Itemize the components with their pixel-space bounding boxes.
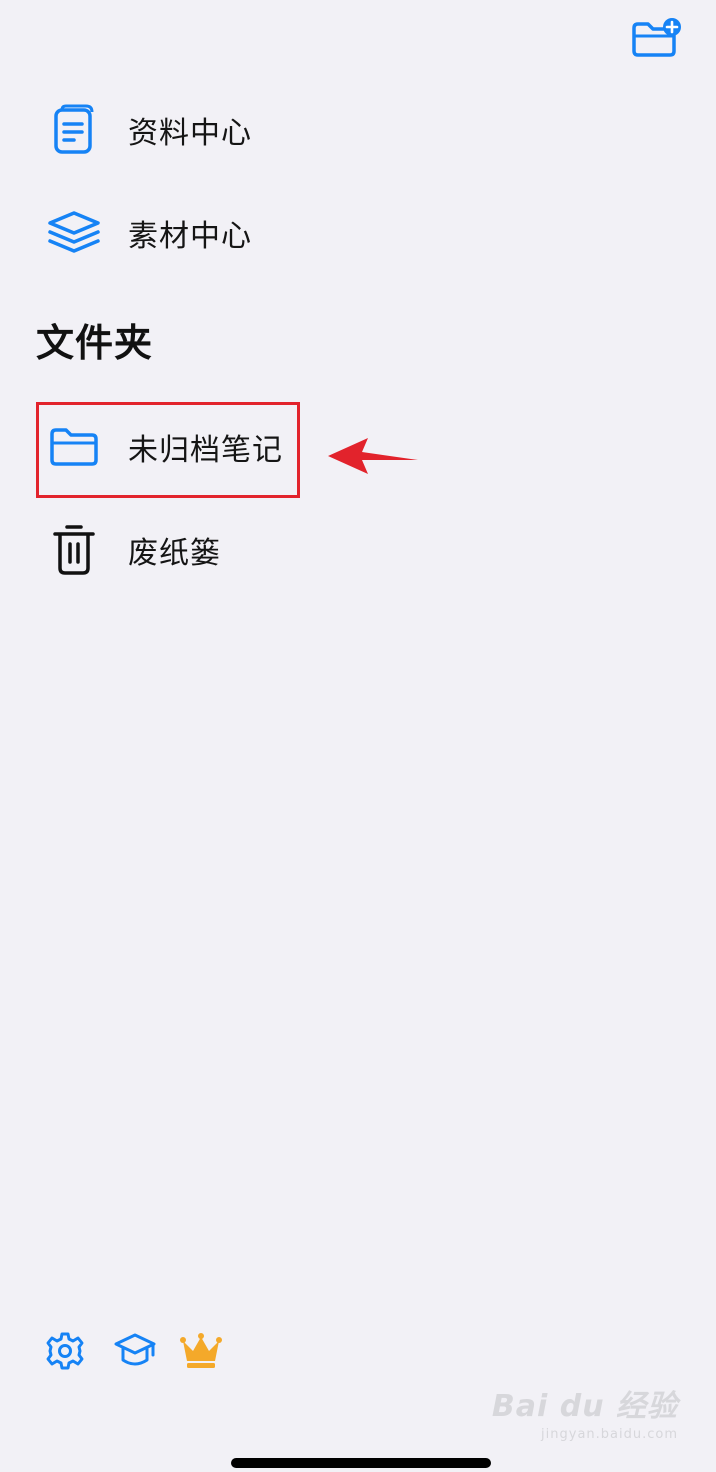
folder-plus-icon [632,18,681,57]
new-folder-button[interactable] [626,14,686,64]
folders-section-title: 文件夹 [36,321,154,365]
nav-item-label: 素材中心 [128,219,252,254]
graduation-cap-icon [114,1333,156,1366]
annotation-arrow-icon [326,434,420,482]
nav-item-data-center[interactable]: 资料中心 [40,90,640,170]
watermark-main-text: Bai du 经验 [491,1389,678,1424]
layers-icon [40,203,108,263]
baidu-watermark: Bai du 经验 jingyan.baidu.com [491,1389,678,1442]
home-indicator[interactable] [231,1458,491,1468]
settings-button[interactable] [42,1328,88,1374]
nav-item-material-center[interactable]: 素材中心 [40,193,640,273]
premium-button[interactable] [178,1328,224,1374]
crown-icon [180,1333,222,1368]
annotation-highlight-box [36,402,300,498]
trash-icon [40,520,108,580]
folder-item-trash[interactable]: 废纸篓 [40,510,640,590]
gear-icon [46,1332,84,1370]
folder-item-label: 废纸篓 [128,536,221,571]
tutorial-button[interactable] [112,1328,158,1374]
document-icon [40,100,108,160]
watermark-sub-text: jingyan.baidu.com [541,1427,678,1442]
nav-item-label: 资料中心 [128,116,252,151]
